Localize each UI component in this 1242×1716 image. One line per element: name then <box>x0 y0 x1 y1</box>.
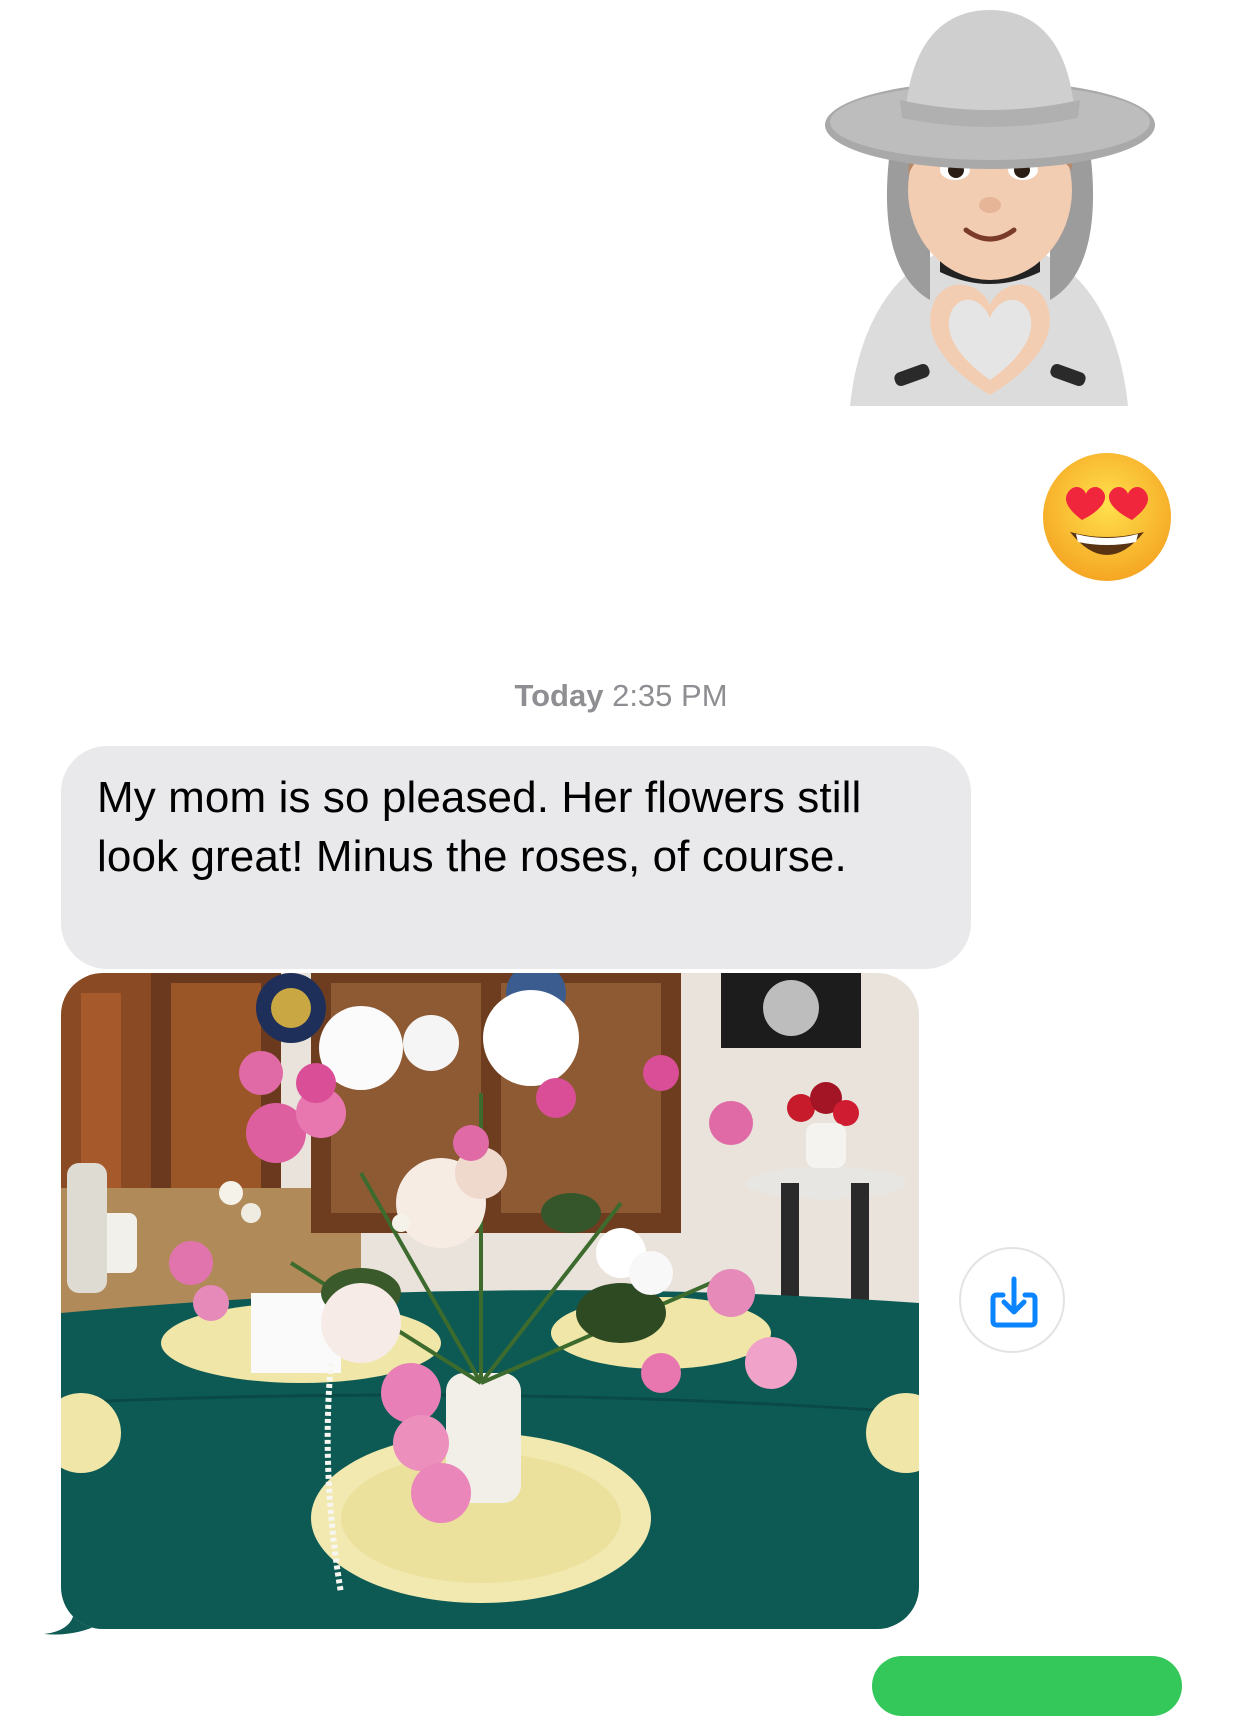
save-photo-button[interactable] <box>959 1247 1065 1353</box>
flower-arrangement-photo-icon <box>61 973 919 1629</box>
memoji-heart-hands-icon <box>825 10 1155 406</box>
heart-eyes-emoji-icon <box>1043 453 1171 581</box>
photo-attachment[interactable] <box>44 970 920 1635</box>
timestamp-day: Today <box>514 678 604 713</box>
timestamp-time: 2:35 PM <box>612 678 728 713</box>
memoji-sticker[interactable] <box>820 0 1160 410</box>
incoming-message-bubble[interactable]: My mom is so pleased. Her flowers still … <box>61 746 971 969</box>
outgoing-message-bubble[interactable] <box>872 1656 1182 1716</box>
download-save-icon <box>990 1276 1038 1328</box>
flower-arrangement-photo[interactable] <box>61 973 919 1629</box>
incoming-message-text: My mom is so pleased. Her flowers still … <box>97 773 862 881</box>
heart-eyes-emoji-message[interactable] <box>1040 450 1174 584</box>
message-timestamp: Today 2:35 PM <box>0 678 1242 714</box>
